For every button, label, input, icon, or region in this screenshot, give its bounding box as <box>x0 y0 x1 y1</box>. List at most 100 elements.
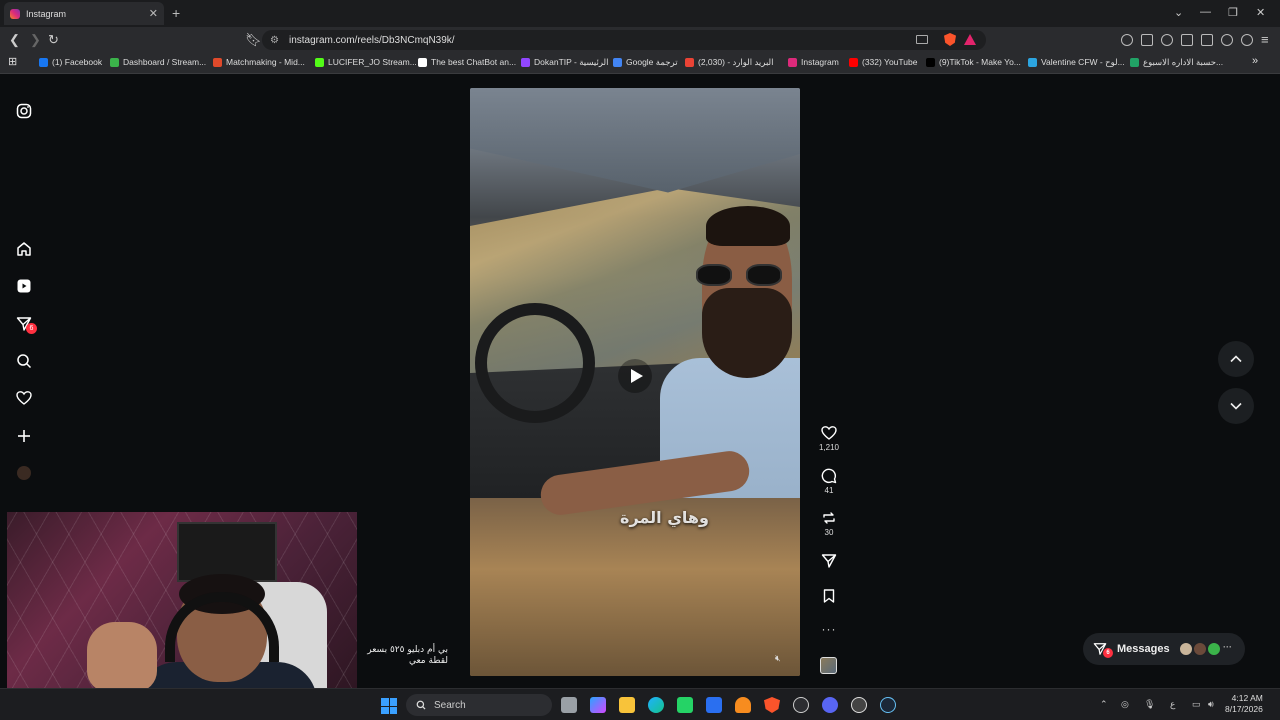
instagram-icon <box>788 57 797 67</box>
bookmark-page-icon[interactable]: 🔖︎ <box>245 32 262 48</box>
new-tab-icon[interactable]: + <box>172 5 180 21</box>
repost-icon[interactable] <box>821 510 837 526</box>
like-heart-icon[interactable] <box>821 425 837 441</box>
home-icon[interactable] <box>16 241 32 257</box>
clock-time: 4:12 AM <box>1231 693 1263 703</box>
bookmark-item[interactable]: حسبة الاداره الاسبوع... <box>1130 57 1223 68</box>
copilot-icon[interactable] <box>590 697 606 713</box>
edge-icon[interactable] <box>648 697 664 713</box>
tray-app-icon[interactable]: ◎ <box>1121 699 1129 710</box>
bookmark-item[interactable]: LUCIFER_JO Stream... <box>315 57 417 67</box>
network-icon[interactable]: ▭ <box>1192 699 1201 710</box>
more-bookmarks-icon[interactable]: » <box>1252 55 1258 67</box>
close-tab-icon[interactable]: ✕ <box>149 7 158 20</box>
video-steering-wheel <box>475 303 595 423</box>
bookmark-item[interactable]: Valentine CFW - لوح... <box>1028 57 1125 68</box>
instagram-logo-icon[interactable] <box>16 103 32 119</box>
comment-icon[interactable] <box>821 468 837 484</box>
vpn-icon[interactable] <box>1121 34 1133 46</box>
heart-icon[interactable] <box>16 390 32 406</box>
bookmark-label: البريد الوارد - (2,030) <box>698 57 774 67</box>
start-windows-icon[interactable] <box>381 698 397 714</box>
tray-overflow-icon[interactable]: ⌃ <box>1100 699 1108 710</box>
reels-icon[interactable] <box>16 278 32 294</box>
search-icon[interactable] <box>16 353 32 369</box>
repost-action[interactable]: 30 <box>812 510 846 537</box>
save-action[interactable] <box>812 588 846 606</box>
reload-icon[interactable]: ↻ <box>48 32 59 48</box>
wallet-icon[interactable] <box>1201 34 1213 46</box>
cast-icon[interactable] <box>916 35 928 44</box>
previous-reel-button[interactable] <box>1218 341 1254 377</box>
windows-taskbar: Search ⌃ ◎ 🎙︎ ع ▭ 🔊︎ 4:12 AM 8/17/2026 <box>0 688 1280 720</box>
file-explorer-icon[interactable] <box>619 697 635 713</box>
brave-shields-icon[interactable] <box>944 33 956 46</box>
discord-icon[interactable] <box>822 697 838 713</box>
url-field[interactable]: ⚙ instagram.com/reels/Db3NCmqN39k/ <box>262 30 986 50</box>
comment-action[interactable]: 41 <box>812 468 846 495</box>
bookmark-item[interactable]: Instagram <box>788 57 839 67</box>
tab-search-icon[interactable]: ⌄ <box>1174 6 1183 19</box>
video-roof <box>470 88 800 193</box>
kick-icon <box>315 57 324 67</box>
like-action[interactable]: 1,210 <box>812 425 846 452</box>
taskbar-clock[interactable]: 4:12 AM 8/17/2026 <box>1225 693 1263 715</box>
bookmark-save-icon[interactable] <box>821 588 837 604</box>
avatar <box>1193 642 1207 656</box>
share-action[interactable] <box>812 553 846 571</box>
mute-icon[interactable]: 🔇︎ <box>775 653 781 664</box>
close-window-icon[interactable]: ✕ <box>1256 6 1265 19</box>
gmail-icon <box>685 58 694 67</box>
sidebar-toggle-icon[interactable] <box>1181 34 1193 46</box>
shield-icon[interactable] <box>1241 34 1253 46</box>
bookmark-item[interactable]: DokanTIP - الرئيسية <box>521 57 608 68</box>
bookmark-item[interactable]: Dashboard / Stream... <box>110 57 206 67</box>
steam-icon[interactable] <box>880 697 896 713</box>
bookmark-item[interactable]: (9)TikTok - Make Yo... <box>926 57 1021 67</box>
bookmark-item[interactable]: البريد الوارد - (2,030) <box>685 57 774 68</box>
extensions-icon[interactable] <box>1141 34 1153 46</box>
site-settings-icon[interactable]: ⚙ <box>270 35 279 46</box>
media-icon[interactable] <box>1161 34 1173 46</box>
search-placeholder: Search <box>434 699 466 711</box>
forward-icon[interactable]: ❯ <box>30 32 41 48</box>
task-view-icon[interactable] <box>561 697 577 713</box>
whatsapp-icon[interactable] <box>677 697 693 713</box>
back-icon[interactable]: ❮ <box>9 32 20 48</box>
avatar <box>1207 642 1221 656</box>
streamlabs-icon <box>110 57 119 67</box>
bookmark-item[interactable]: Matchmaking - Mid... <box>213 57 305 67</box>
create-plus-icon[interactable] <box>16 428 32 444</box>
microphone-icon[interactable]: 🎙︎ <box>1144 699 1155 710</box>
leo-ai-icon[interactable] <box>1221 34 1233 46</box>
taskbar-search[interactable]: Search <box>406 694 552 716</box>
volume-icon[interactable]: 🔊︎ <box>1208 699 1214 710</box>
brave-icon[interactable] <box>764 697 780 713</box>
youtube-icon <box>849 57 858 67</box>
mail-icon[interactable] <box>706 697 722 713</box>
minimize-icon[interactable]: — <box>1200 6 1211 18</box>
play-button[interactable] <box>618 359 652 393</box>
chevron-up-icon <box>1230 355 1242 363</box>
reel-video[interactable]: وهاي المرة 🔇︎ <box>470 88 800 676</box>
messages-label: Messages <box>1117 643 1170 655</box>
bookmark-item[interactable]: (332) YouTube <box>849 57 917 67</box>
apps-grid-icon[interactable]: ⊞ <box>8 55 17 68</box>
browser-tab-instagram[interactable]: Instagram ✕ <box>4 2 164 25</box>
language-indicator[interactable]: ع <box>1170 699 1175 710</box>
bookmark-item[interactable]: (1) Facebook <box>39 57 102 67</box>
cloud-app-icon[interactable] <box>735 697 751 713</box>
audio-thumbnail[interactable] <box>820 657 837 674</box>
messages-button[interactable]: 6 Messages ··· <box>1083 633 1245 665</box>
menu-icon[interactable]: ≡ <box>1261 32 1269 47</box>
brave-rewards-icon[interactable] <box>964 34 976 45</box>
obs-icon[interactable] <box>851 697 867 713</box>
more-options-icon[interactable]: ··· <box>812 622 846 636</box>
restore-icon[interactable]: ❐ <box>1228 6 1238 19</box>
share-icon[interactable] <box>821 553 837 569</box>
bookmark-item[interactable]: The best ChatBot an... <box>418 57 516 67</box>
bookmark-item[interactable]: Google ترجمة <box>613 57 678 68</box>
next-reel-button[interactable] <box>1218 388 1254 424</box>
profile-avatar[interactable] <box>17 466 31 480</box>
location-app-icon[interactable] <box>793 697 809 713</box>
